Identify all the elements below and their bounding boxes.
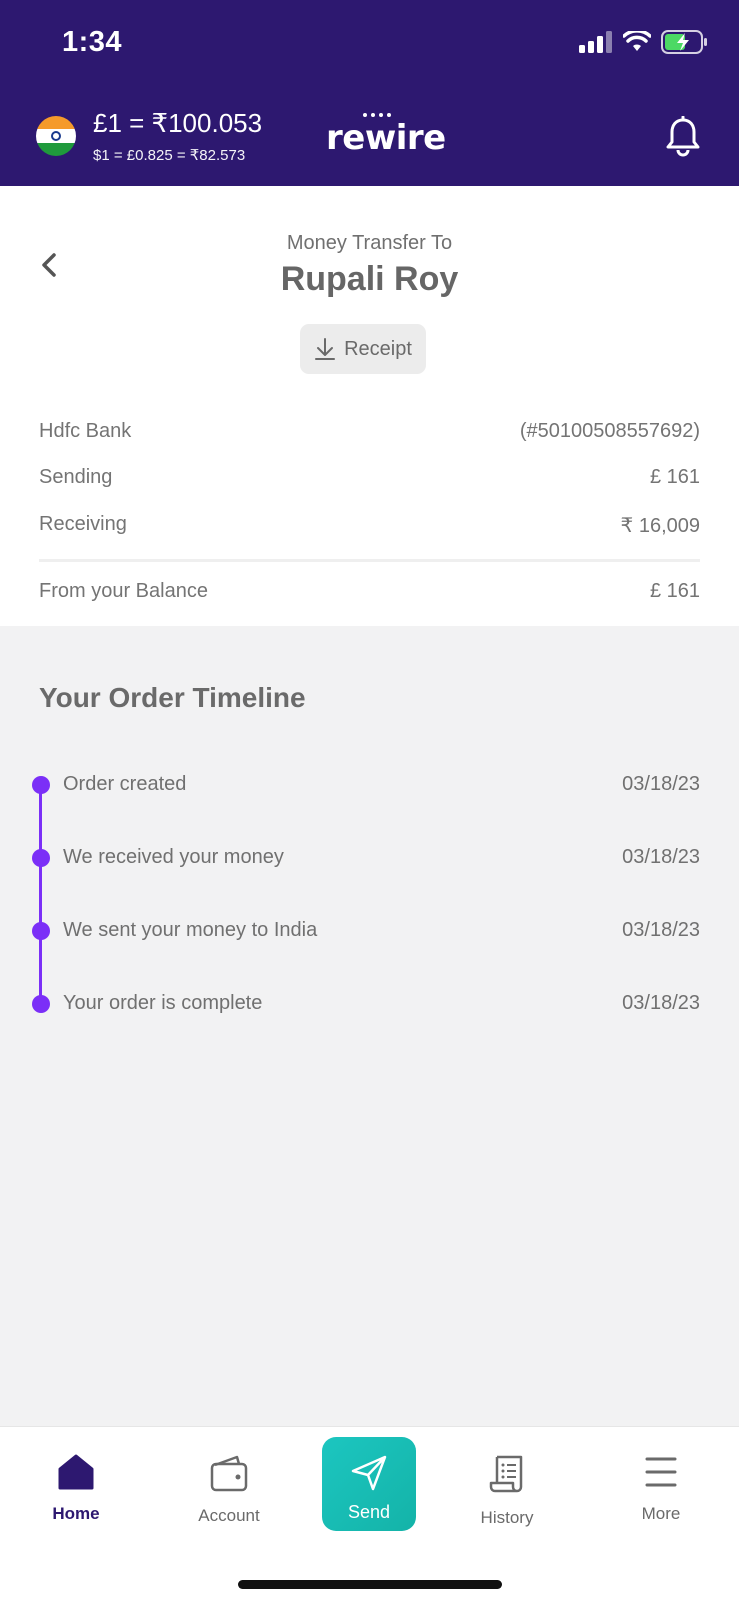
home-indicator[interactable] bbox=[238, 1580, 502, 1589]
timeline-label: We sent your money to India bbox=[63, 919, 318, 941]
nav-history[interactable]: History bbox=[452, 1453, 562, 1528]
timeline-item: Order created 03/18/23 bbox=[32, 773, 700, 796]
timeline-item: Your order is complete 03/18/23 bbox=[32, 992, 700, 1015]
timeline-date: 03/18/23 bbox=[622, 919, 700, 941]
status-time: 1:34 bbox=[62, 26, 123, 58]
nav-label: Send bbox=[347, 1502, 391, 1522]
timeline-title: Your Order Timeline bbox=[39, 682, 306, 713]
timeline-item: We sent your money to India 03/18/23 bbox=[32, 919, 700, 942]
menu-icon bbox=[645, 1457, 677, 1487]
detail-value: (#50100508557692) bbox=[519, 420, 700, 442]
logo-dots bbox=[363, 113, 391, 117]
detail-value: ₹ 16,009 bbox=[620, 515, 700, 537]
status-icons bbox=[579, 30, 709, 54]
timeline-label: Your order is complete bbox=[63, 992, 263, 1014]
wallet-icon bbox=[210, 1455, 248, 1492]
receipt-list-icon bbox=[489, 1455, 523, 1493]
home-icon bbox=[58, 1454, 94, 1490]
detail-value: £ 161 bbox=[649, 466, 700, 488]
nav-account[interactable]: Account bbox=[174, 1453, 284, 1526]
nav-label: More bbox=[641, 1504, 681, 1523]
detail-value: £ 161 bbox=[649, 580, 700, 602]
wifi-icon bbox=[623, 31, 651, 51]
rewire-logo: rewire bbox=[326, 118, 446, 158]
detail-row-balance: From your Balance £ 161 bbox=[39, 580, 700, 603]
timeline-date: 03/18/23 bbox=[622, 773, 700, 795]
timeline-dot bbox=[32, 848, 50, 867]
signal-icon bbox=[579, 31, 612, 53]
detail-label: From your Balance bbox=[39, 580, 208, 602]
download-icon bbox=[315, 338, 336, 360]
timeline-date: 03/18/23 bbox=[622, 846, 700, 868]
detail-label: Receiving bbox=[39, 513, 127, 535]
divider bbox=[39, 559, 700, 562]
timeline-label: Order created bbox=[63, 773, 187, 795]
detail-label: Hdfc Bank bbox=[39, 420, 132, 442]
exchange-rate-sub: $1 = £0.825 = ₹82.573 bbox=[93, 147, 246, 164]
receipt-button[interactable]: Receipt bbox=[300, 324, 426, 374]
detail-label: Sending bbox=[39, 466, 113, 488]
bottom-nav: Home Account Send History More bbox=[0, 1426, 739, 1600]
recipient-name: Rupali Roy bbox=[280, 260, 459, 298]
timeline-dot bbox=[32, 994, 50, 1013]
timeline-label: We received your money bbox=[63, 846, 284, 868]
nav-more[interactable]: More bbox=[606, 1453, 716, 1524]
timeline-date: 03/18/23 bbox=[622, 992, 700, 1014]
battery-charging-icon bbox=[661, 30, 707, 54]
india-flag-icon[interactable] bbox=[36, 116, 76, 156]
nav-send-button[interactable]: Send bbox=[322, 1437, 416, 1531]
nav-home[interactable]: Home bbox=[21, 1453, 131, 1524]
paper-plane-icon bbox=[351, 1455, 387, 1491]
receipt-label: Receipt bbox=[344, 337, 412, 360]
timeline-dot bbox=[32, 775, 50, 794]
detail-row-receiving: Receiving ₹ 16,009 bbox=[39, 513, 700, 538]
timeline-line bbox=[39, 783, 42, 1004]
app-header: 1:34 £1 = ₹100.053 $1 = £0.825 = ₹82.573… bbox=[0, 0, 739, 186]
detail-row-sending: Sending £ 161 bbox=[39, 466, 700, 489]
transfer-label: Money Transfer To bbox=[286, 232, 453, 254]
exchange-rate-main: £1 = ₹100.053 bbox=[93, 108, 263, 138]
nav-label: Account bbox=[198, 1506, 260, 1525]
timeline-dot bbox=[32, 921, 50, 940]
timeline-item: We received your money 03/18/23 bbox=[32, 846, 700, 869]
bell-icon[interactable] bbox=[665, 116, 701, 158]
nav-label: Home bbox=[52, 1504, 100, 1523]
nav-label: History bbox=[480, 1508, 534, 1527]
detail-row-bank: Hdfc Bank (#50100508557692) bbox=[39, 420, 700, 443]
